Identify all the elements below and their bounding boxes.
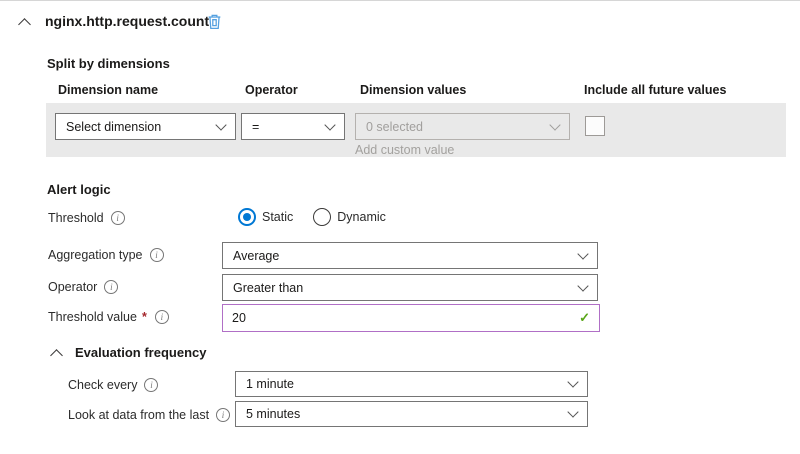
threshold-value-input-value: 20 (232, 311, 246, 325)
operator-label: Operator (48, 280, 97, 294)
include-future-values-checkbox[interactable] (585, 116, 605, 136)
collapse-eval-frequency-chevron[interactable] (52, 351, 61, 360)
threshold-value-label-row: Threshold value * (48, 310, 169, 324)
operator-dropdown-value: Greater than (233, 281, 303, 295)
col-operator: Operator (245, 83, 298, 97)
trash-icon (206, 13, 223, 30)
check-every-label: Check every (68, 378, 137, 392)
col-include-future-values: Include all future values (584, 83, 726, 97)
info-icon[interactable] (150, 248, 164, 262)
dimension-name-dropdown-value: Select dimension (66, 120, 161, 134)
valid-check-icon (579, 310, 590, 326)
col-dimension-values: Dimension values (360, 83, 466, 97)
lookback-dropdown-value: 5 minutes (246, 407, 300, 421)
info-icon[interactable] (111, 211, 125, 225)
chevron-down-icon (577, 280, 588, 291)
aggregation-type-dropdown[interactable]: Average (222, 242, 598, 269)
chevron-down-icon (567, 376, 578, 387)
aggregation-type-dropdown-value: Average (233, 249, 279, 263)
threshold-label-row: Threshold (48, 211, 125, 225)
collapse-metric-chevron-icon[interactable] (20, 20, 29, 29)
alert-condition-panel: nginx.http.request.count Split by dimens… (0, 0, 800, 454)
dimension-operator-dropdown[interactable]: = (241, 113, 345, 140)
col-dimension-name: Dimension name (58, 83, 158, 97)
threshold-value-label: Threshold value (48, 310, 137, 324)
info-icon[interactable] (144, 378, 158, 392)
lookback-dropdown[interactable]: 5 minutes (235, 401, 588, 427)
aggregation-type-label: Aggregation type (48, 248, 143, 262)
delete-metric-button[interactable] (206, 13, 223, 30)
info-icon[interactable] (155, 310, 169, 324)
required-asterisk: * (142, 310, 147, 324)
alert-logic-heading: Alert logic (47, 182, 111, 197)
static-radio-label: Static (262, 210, 293, 224)
operator-dropdown[interactable]: Greater than (222, 274, 598, 301)
threshold-mode-group: Static Dynamic (238, 208, 386, 226)
threshold-value-input[interactable]: 20 (222, 304, 600, 332)
lookback-label: Look at data from the last (68, 408, 209, 422)
dimension-operator-dropdown-value: = (252, 120, 259, 134)
chevron-up-icon (18, 18, 31, 31)
split-by-dimensions-heading: Split by dimensions (47, 56, 170, 71)
chevron-down-icon (567, 406, 578, 417)
check-every-dropdown[interactable]: 1 minute (235, 371, 588, 397)
evaluation-frequency-heading: Evaluation frequency (75, 345, 206, 360)
dimension-name-dropdown[interactable]: Select dimension (55, 113, 236, 140)
add-custom-value-link[interactable]: Add custom value (355, 143, 454, 157)
chevron-up-icon (50, 349, 63, 362)
dimension-values-dropdown-value: 0 selected (366, 120, 423, 134)
lookback-label-row: Look at data from the last (68, 408, 230, 422)
static-radio[interactable] (238, 208, 256, 226)
chevron-down-icon (577, 248, 588, 259)
dynamic-radio-label: Dynamic (337, 210, 386, 224)
panel-top-divider (0, 0, 800, 1)
check-every-label-row: Check every (68, 378, 158, 392)
check-every-dropdown-value: 1 minute (246, 377, 294, 391)
info-icon[interactable] (216, 408, 230, 422)
chevron-down-icon (549, 119, 560, 130)
chevron-down-icon (324, 119, 335, 130)
chevron-down-icon (215, 119, 226, 130)
aggregation-type-label-row: Aggregation type (48, 248, 164, 262)
threshold-label: Threshold (48, 211, 104, 225)
info-icon[interactable] (104, 280, 118, 294)
dynamic-radio[interactable] (313, 208, 331, 226)
metric-title: nginx.http.request.count (45, 13, 209, 29)
operator-label-row: Operator (48, 280, 118, 294)
dimension-values-dropdown[interactable]: 0 selected (355, 113, 570, 140)
